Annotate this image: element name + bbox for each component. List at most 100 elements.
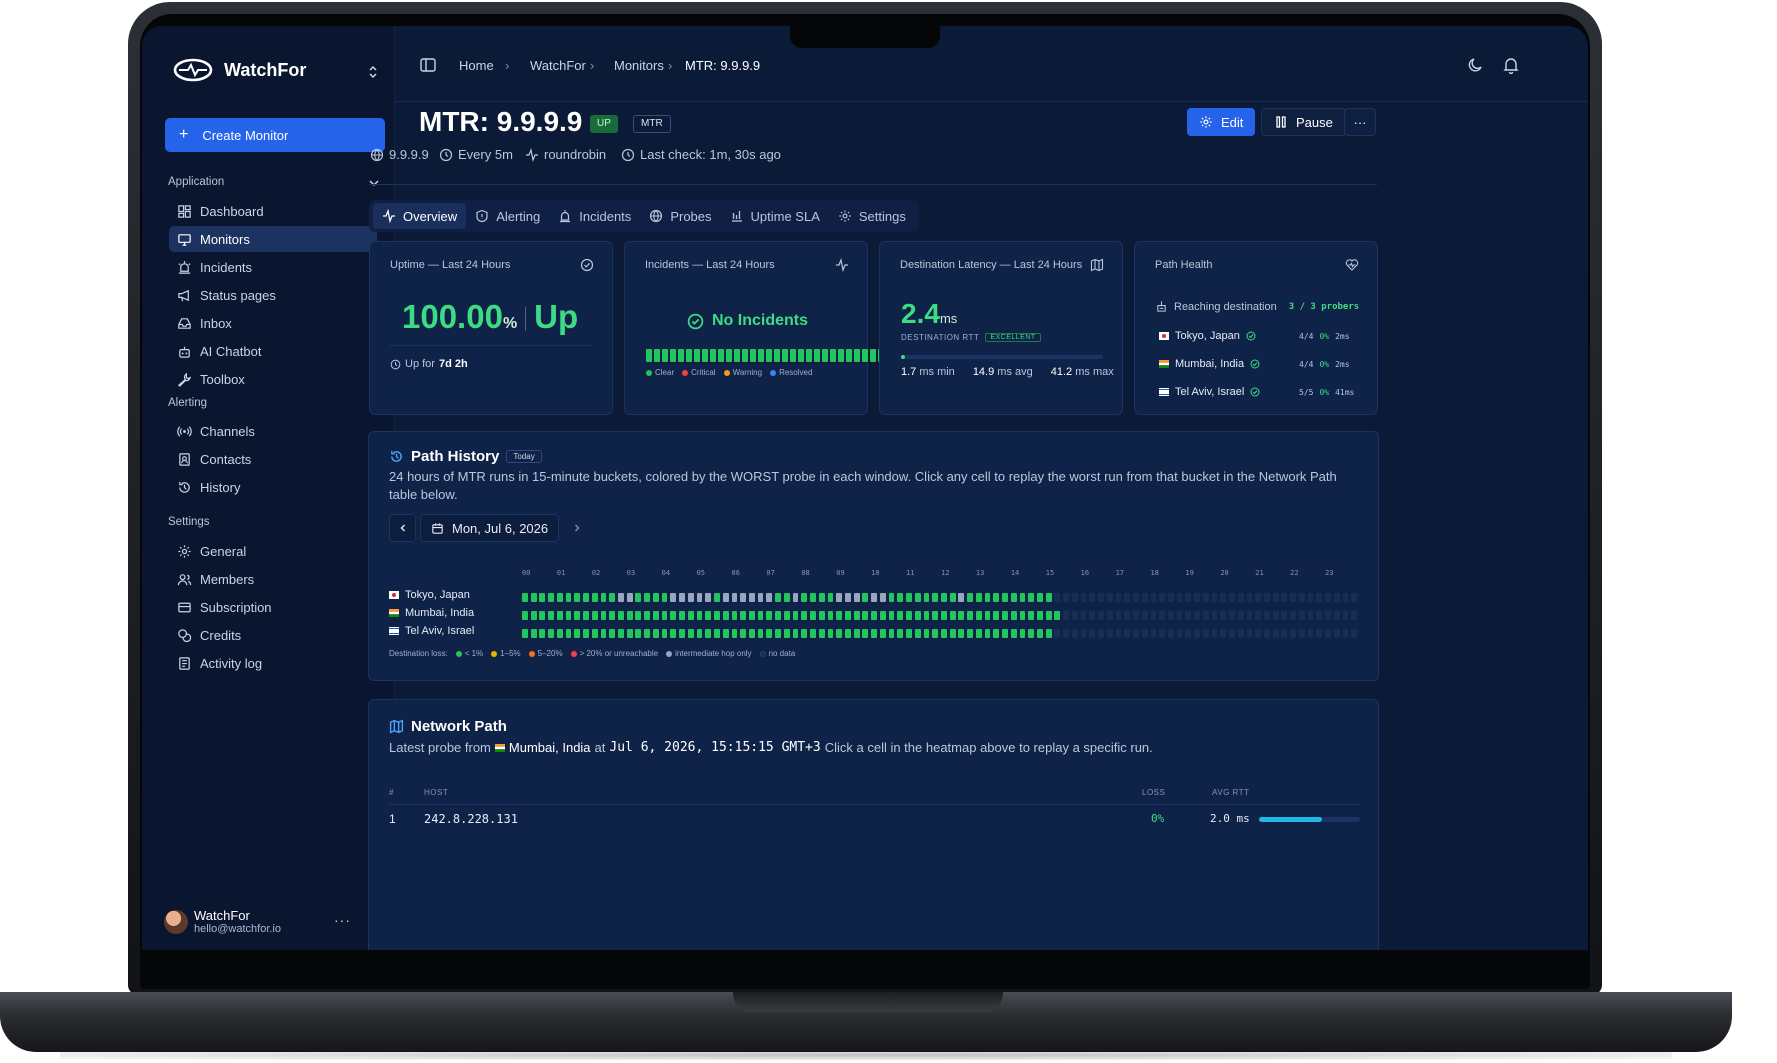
heatmap-cell[interactable] <box>766 593 773 602</box>
heatmap-cell[interactable] <box>1141 629 1148 638</box>
heatmap-cell[interactable] <box>731 611 738 620</box>
heatmap-cell[interactable] <box>1063 593 1069 602</box>
heatmap-cell[interactable] <box>679 629 685 638</box>
tab-incidents[interactable]: Incidents <box>549 203 640 229</box>
heatmap-cell[interactable] <box>1028 629 1035 638</box>
heatmap-cell[interactable] <box>1255 629 1262 638</box>
heatmap-cell[interactable] <box>1351 593 1358 602</box>
probe-row[interactable]: Tokyo, Japan 4/4 0% 2ms <box>1159 330 1359 342</box>
heatmap-cell[interactable] <box>1045 629 1052 638</box>
heatmap-cell[interactable] <box>626 593 633 602</box>
heatmap-cell[interactable] <box>1272 593 1279 602</box>
heatmap-cell[interactable] <box>949 611 956 620</box>
heatmap-cell[interactable] <box>1037 629 1043 638</box>
heatmap-cell[interactable] <box>1307 629 1314 638</box>
heatmap-cell[interactable] <box>818 629 825 638</box>
heatmap-cell[interactable] <box>1325 611 1331 620</box>
heatmap-cell[interactable] <box>539 611 546 620</box>
heatmap-cell[interactable] <box>556 629 563 638</box>
heatmap-cell[interactable] <box>827 611 834 620</box>
heatmap-cell[interactable] <box>1316 629 1323 638</box>
heatmap-cell[interactable] <box>583 593 589 602</box>
incident-bar[interactable] <box>726 349 732 362</box>
heatmap-cell[interactable] <box>1255 611 1262 620</box>
brand[interactable]: WatchFor <box>172 56 306 84</box>
more-icon[interactable]: ··· <box>334 912 351 928</box>
heatmap-cell[interactable] <box>923 611 930 620</box>
incident-bar[interactable] <box>806 349 812 362</box>
heatmap-cell[interactable] <box>906 629 912 638</box>
heatmap-cell[interactable] <box>635 629 642 638</box>
heatmap-cell[interactable] <box>1045 593 1052 602</box>
incident-bar[interactable] <box>782 349 788 362</box>
heatmap-cell[interactable] <box>914 611 921 620</box>
heatmap-cell[interactable] <box>679 593 685 602</box>
heatmap-cell[interactable] <box>1202 629 1209 638</box>
heatmap-cell[interactable] <box>661 611 668 620</box>
heatmap-cell[interactable] <box>1281 593 1288 602</box>
heatmap-cell[interactable] <box>984 611 991 620</box>
heatmap-cell[interactable] <box>1211 629 1218 638</box>
heatmap-cell[interactable] <box>731 629 738 638</box>
heatmap-cell[interactable] <box>1019 611 1026 620</box>
heatmap-cell[interactable] <box>757 611 764 620</box>
heatmap-cell[interactable] <box>871 593 877 602</box>
heatmap-cell[interactable] <box>836 593 843 602</box>
heatmap-cell[interactable] <box>783 593 790 602</box>
tab-uptime-sla[interactable]: Uptime SLA <box>721 203 829 229</box>
heatmap-cell[interactable] <box>714 611 720 620</box>
breadcrumb-monitors[interactable]: Monitors <box>614 58 664 73</box>
heatmap-cell[interactable] <box>801 593 808 602</box>
heatmap-cell[interactable] <box>975 611 982 620</box>
heatmap-cell[interactable] <box>618 629 624 638</box>
incident-bar[interactable] <box>694 349 700 362</box>
heatmap-cell[interactable] <box>1325 629 1331 638</box>
heatmap-cell[interactable] <box>1159 611 1166 620</box>
heatmap-cell[interactable] <box>626 611 633 620</box>
heatmap-cell[interactable] <box>906 593 912 602</box>
heatmap-cell[interactable] <box>810 629 816 638</box>
incident-bar[interactable] <box>662 349 668 362</box>
heatmap-cell[interactable] <box>1255 593 1262 602</box>
heatmap-cell[interactable] <box>897 629 904 638</box>
heatmap-cell[interactable] <box>530 593 537 602</box>
sidebar-item-toolbox[interactable]: Toolbox <box>169 366 377 392</box>
heatmap-cell[interactable] <box>539 593 546 602</box>
heatmap-cell[interactable] <box>1176 593 1183 602</box>
tab-settings[interactable]: Settings <box>829 203 915 229</box>
more-actions-button[interactable]: ··· <box>1344 108 1376 136</box>
heatmap-cell[interactable] <box>1194 593 1200 602</box>
heatmap-cell[interactable] <box>1246 629 1253 638</box>
heatmap-cell[interactable] <box>914 629 921 638</box>
heatmap-cell[interactable] <box>897 611 904 620</box>
heatmap-cell[interactable] <box>792 593 799 602</box>
heatmap-cell[interactable] <box>801 611 808 620</box>
heatmap-cell[interactable] <box>1019 593 1026 602</box>
incident-bar[interactable] <box>646 349 652 362</box>
incident-bar[interactable] <box>750 349 756 362</box>
heatmap-cell[interactable] <box>1194 611 1200 620</box>
heatmap-cell[interactable] <box>591 593 598 602</box>
heatmap-cell[interactable] <box>984 629 991 638</box>
heatmap-cell[interactable] <box>958 611 965 620</box>
heatmap-cell[interactable] <box>565 629 572 638</box>
sidebar-item-members[interactable]: Members <box>169 566 377 592</box>
sidebar-item-ai-chatbot[interactable]: AI Chatbot <box>169 338 377 364</box>
incident-bar[interactable] <box>678 349 684 362</box>
heatmap-cell[interactable] <box>1246 611 1253 620</box>
create-monitor-button[interactable]: + Create Monitor <box>165 118 385 152</box>
heatmap-cell[interactable] <box>1098 629 1104 638</box>
edit-button[interactable]: Edit <box>1187 108 1256 136</box>
heatmap-cell[interactable] <box>722 629 729 638</box>
sidebar-item-inbox[interactable]: Inbox <box>169 310 377 336</box>
user-menu[interactable]: WatchFor hello@watchfor.io ··· <box>164 906 384 942</box>
heatmap-cell[interactable] <box>1150 629 1157 638</box>
chevron-down-icon[interactable] <box>368 177 380 189</box>
heatmap-cell[interactable] <box>792 629 799 638</box>
heatmap-cell[interactable] <box>1237 611 1244 620</box>
heatmap-cell[interactable] <box>1010 629 1017 638</box>
heatmap-cell[interactable] <box>583 611 589 620</box>
heatmap-cell[interactable] <box>1342 611 1349 620</box>
heatmap-cell[interactable] <box>1106 593 1113 602</box>
heatmap-cell[interactable] <box>810 611 816 620</box>
